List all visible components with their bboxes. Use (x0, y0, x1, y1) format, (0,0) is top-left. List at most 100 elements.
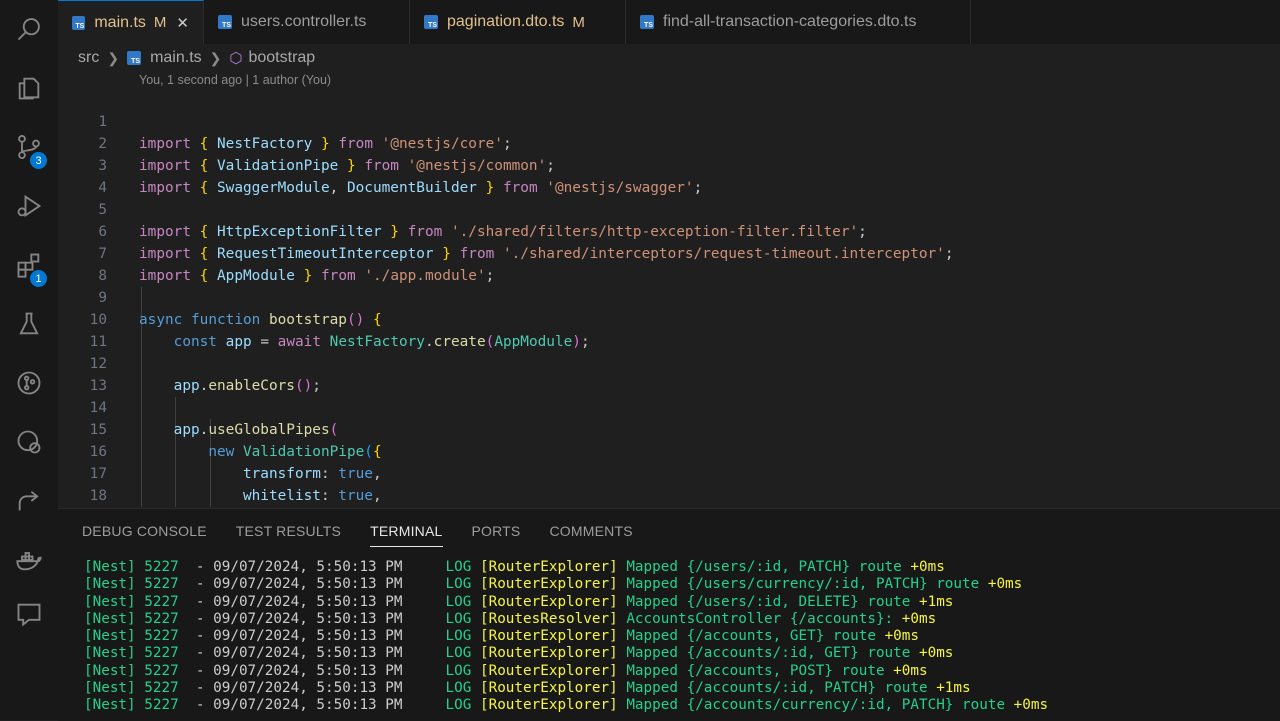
breadcrumb-symbol[interactable]: bootstrap (248, 49, 315, 67)
log-context: [RouterExplorer] (479, 593, 618, 610)
tab-pagination-dto[interactable]: TS pagination.dto.ts M (410, 0, 626, 44)
code-token: ; (858, 224, 867, 240)
close-icon[interactable]: ✕ (176, 14, 189, 32)
source-control-badge: 3 (30, 152, 47, 169)
log-timestamp: - 09/07/2024, 5:50:13 PM (195, 680, 403, 697)
code-token: true (338, 466, 373, 482)
breadcrumb: src ❯ TS main.ts ❯ ⬡ bootstrap (78, 46, 315, 70)
live-share-icon[interactable] (0, 479, 58, 523)
log-message: Mapped {/users/currency/:id, PATCH} rout… (626, 576, 980, 593)
tab-find-all-transaction-categories-dto[interactable]: TS find-all-transaction-categories.dto.t… (626, 0, 971, 44)
code-line: 15 new ValidationPipe({ (58, 397, 382, 460)
log-context: [RouterExplorer] (479, 576, 618, 593)
log-message: Mapped {/accounts, POST} route (626, 662, 885, 679)
typescript-file-icon: TS (424, 15, 438, 29)
symbol-method-icon: ⬡ (229, 50, 243, 67)
log-level: LOG (445, 645, 472, 662)
terminal-output[interactable]: [Nest] 5227 - 09/07/2024, 5:50:13 PM LOG… (84, 559, 1048, 715)
remote-explorer-icon[interactable] (0, 420, 58, 464)
log-message: Mapped {/users/:id, PATCH} route (626, 559, 902, 575)
terminal-line: [Nest] 5227 - 09/07/2024, 5:50:13 PM LOG… (84, 628, 1048, 645)
code-token: ValidationPipe (242, 444, 365, 460)
code-token: from (364, 158, 399, 174)
docker-icon[interactable] (0, 538, 58, 582)
code-token: : (320, 466, 330, 482)
tab-users-controller[interactable]: TS users.controller.ts (204, 0, 410, 44)
code-token: ( (364, 444, 373, 460)
code-token: ; (312, 378, 321, 394)
comments-icon[interactable] (0, 592, 58, 636)
code-line: 16 transform: true, (58, 419, 382, 482)
code-line: 12 app.enableCors(); (58, 331, 321, 394)
code-token: } (485, 180, 495, 196)
code-token: from (407, 224, 443, 240)
tab-label: main.ts (94, 13, 146, 31)
code-token: { (199, 136, 209, 152)
code-token: '@nestjs/common' (407, 158, 547, 174)
code-token: './shared/filters/http-exception-filter.… (450, 224, 859, 240)
log-duration: +1ms (936, 680, 971, 697)
testing-icon[interactable] (0, 302, 58, 346)
code-token: whitelist (242, 488, 321, 504)
log-prefix: [Nest] 5227 (84, 559, 179, 575)
tab-debug-console[interactable]: DEBUG CONSOLE (82, 523, 207, 547)
git-graph-icon[interactable] (0, 361, 58, 405)
code-token: , (372, 466, 382, 482)
log-timestamp: - 09/07/2024, 5:50:13 PM (195, 559, 403, 575)
git-blame-annotation[interactable]: You, 1 second ago | 1 author (You) (139, 73, 331, 87)
bottom-panel: DEBUG CONSOLE TEST RESULTS TERMINAL PORT… (58, 508, 1280, 721)
terminal-line: [Nest] 5227 - 09/07/2024, 5:50:13 PM LOG… (84, 645, 1048, 662)
log-timestamp: - 09/07/2024, 5:50:13 PM (195, 628, 403, 645)
log-context: [RouterExplorer] (479, 697, 618, 714)
code-line: 9 async function bootstrap() { (58, 265, 381, 328)
tab-label: find-all-transaction-categories.dto.ts (663, 13, 917, 30)
tab-label: users.controller.ts (241, 13, 367, 30)
code-editor[interactable]: 1 import { NestFactory } from '@nestjs/c… (58, 89, 1280, 507)
typescript-file-icon: TS (72, 15, 86, 30)
code-token: } (390, 224, 399, 240)
breadcrumb-folder[interactable]: src (78, 49, 99, 67)
explorer-icon[interactable] (0, 66, 58, 110)
tab-comments[interactable]: COMMENTS (549, 523, 632, 547)
search-icon[interactable] (0, 7, 58, 51)
code-line: 5 import { HttpExceptionFilter } from '.… (58, 177, 867, 240)
tab-main-ts[interactable]: TS main.ts M ✕ (58, 0, 204, 44)
code-token: bootstrap (268, 312, 347, 328)
code-token: ; (502, 136, 512, 152)
tab-label: pagination.dto.ts (447, 13, 565, 30)
tab-ports[interactable]: PORTS (472, 523, 521, 547)
code-token: AppModule (494, 334, 573, 350)
code-token: async (139, 312, 183, 328)
terminal-line: [Nest] 5227 - 09/07/2024, 5:50:13 PM LOG… (84, 697, 1048, 714)
extensions-icon[interactable]: 1 (0, 243, 58, 287)
code-token: { (199, 268, 209, 284)
code-token: true (338, 488, 373, 504)
log-context: [RouterExplorer] (479, 680, 618, 697)
code-token: } (442, 246, 451, 262)
code-token: } (320, 136, 330, 152)
terminal-line: [Nest] 5227 - 09/07/2024, 5:50:13 PM LOG… (84, 594, 1048, 611)
tab-test-results[interactable]: TEST RESULTS (236, 523, 341, 547)
breadcrumb-file[interactable]: main.ts (150, 49, 202, 67)
log-prefix: [Nest] 5227 (84, 610, 179, 627)
log-prefix: [Nest] 5227 (84, 645, 179, 662)
log-context: [RouterExplorer] (479, 628, 618, 645)
code-token: { (372, 312, 382, 328)
code-token: app (173, 422, 200, 438)
code-token: SwaggerModule (217, 180, 330, 196)
code-token: ; (485, 268, 495, 284)
log-level: LOG (445, 559, 472, 575)
log-context: [RouterExplorer] (479, 662, 618, 679)
code-token: { (199, 246, 209, 262)
tab-terminal[interactable]: TERMINAL (370, 523, 443, 547)
log-duration: +0ms (893, 662, 928, 679)
panel-tabs: DEBUG CONSOLE TEST RESULTS TERMINAL PORT… (82, 523, 633, 547)
log-duration: +0ms (918, 645, 954, 662)
code-token: import (139, 180, 191, 196)
source-control-icon[interactable]: 3 (0, 125, 58, 169)
code-token: from (459, 246, 495, 262)
code-token: transform (242, 466, 321, 482)
code-line: 11 (58, 309, 107, 350)
log-prefix: [Nest] 5227 (84, 662, 179, 679)
run-debug-icon[interactable] (0, 184, 58, 228)
